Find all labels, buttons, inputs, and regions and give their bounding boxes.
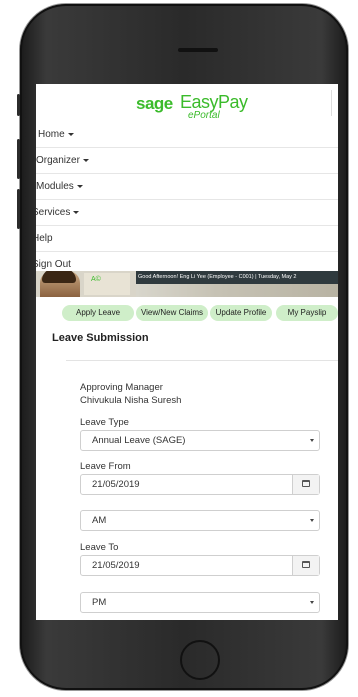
nav-item-label: Modules <box>36 181 74 192</box>
calendar-button[interactable] <box>292 556 319 575</box>
page-title: Leave Submission <box>52 332 149 344</box>
nav-item-label: Help <box>36 233 53 244</box>
leave-from-session-select[interactable]: AM <box>80 510 320 531</box>
leave-type-select[interactable]: Annual Leave (SAGE) <box>80 430 320 451</box>
header-edge <box>331 90 338 116</box>
chevron-down-icon <box>310 519 314 522</box>
calendar-button[interactable] <box>292 475 319 494</box>
main-nav: Home Organizer Modules Services Help Sig… <box>36 122 338 277</box>
leave-to-date-value: 21/05/2019 <box>92 560 140 571</box>
title-divider <box>66 360 338 361</box>
leave-from-session-value: AM <box>92 515 107 526</box>
welcome-banner: A© Good Afternoon! Eng Li Yee (Employee … <box>36 271 338 297</box>
volume-up-button <box>17 139 20 179</box>
leave-to-session-select[interactable]: PM <box>80 592 320 613</box>
nav-item-label: Sign Out <box>36 259 71 270</box>
nav-item-help[interactable]: Help <box>36 226 338 252</box>
volume-down-button <box>17 189 20 229</box>
banner-image-strip <box>136 284 338 297</box>
banner-logo-icon: A© <box>91 276 101 283</box>
leave-type-value: Annual Leave (SAGE) <box>92 435 186 446</box>
nav-item-label: Home <box>38 129 65 140</box>
logo-eportal: ePortal <box>188 110 220 121</box>
nav-item-services[interactable]: Services <box>36 200 338 226</box>
chevron-down-icon <box>310 439 314 442</box>
leave-type-label: Leave Type <box>80 417 129 428</box>
nav-item-label: Organizer <box>36 155 80 166</box>
approving-manager-value: Chivukula Nisha Suresh <box>80 395 182 406</box>
chevron-down-icon <box>310 601 314 604</box>
chevron-down-icon <box>82 158 89 162</box>
leave-from-date-input[interactable]: 21/05/2019 <box>80 474 320 495</box>
screen: sage EasyPay ePortal Home Organizer Modu… <box>36 84 338 620</box>
leave-from-label: Leave From <box>80 461 131 472</box>
nav-item-organizer[interactable]: Organizer <box>36 148 338 174</box>
quick-links: Apply Leave View/New Claims Update Profi… <box>36 305 338 323</box>
nav-item-label: Services <box>36 207 71 218</box>
apply-leave-button[interactable]: Apply Leave <box>62 305 134 321</box>
logo-sage: sage <box>136 94 173 113</box>
greeting-text: Good Afternoon! Eng Li Yee (Employee - C… <box>136 271 338 284</box>
mute-switch <box>17 94 20 116</box>
leave-from-date-value: 21/05/2019 <box>92 479 140 490</box>
my-payslip-button[interactable]: My Payslip <box>276 305 338 321</box>
calendar-icon <box>302 561 310 568</box>
calendar-icon <box>302 480 310 487</box>
speaker-grille <box>178 48 218 52</box>
approving-manager-label: Approving Manager <box>80 382 163 393</box>
nav-item-modules[interactable]: Modules <box>36 174 338 200</box>
leave-to-session-value: PM <box>92 597 107 608</box>
nav-item-home[interactable]: Home <box>36 122 338 148</box>
view-new-claims-button[interactable]: View/New Claims <box>136 305 208 321</box>
update-profile-button[interactable]: Update Profile <box>210 305 272 321</box>
chevron-down-icon <box>73 210 80 214</box>
chevron-down-icon <box>67 132 74 136</box>
sage-easypay-logo[interactable]: sage EasyPay ePortal <box>136 92 256 124</box>
chevron-down-icon <box>76 184 83 188</box>
user-photo-hair <box>42 271 76 283</box>
leave-to-label: Leave To <box>80 542 119 553</box>
leave-to-date-input[interactable]: 21/05/2019 <box>80 555 320 576</box>
home-button[interactable] <box>180 640 220 680</box>
